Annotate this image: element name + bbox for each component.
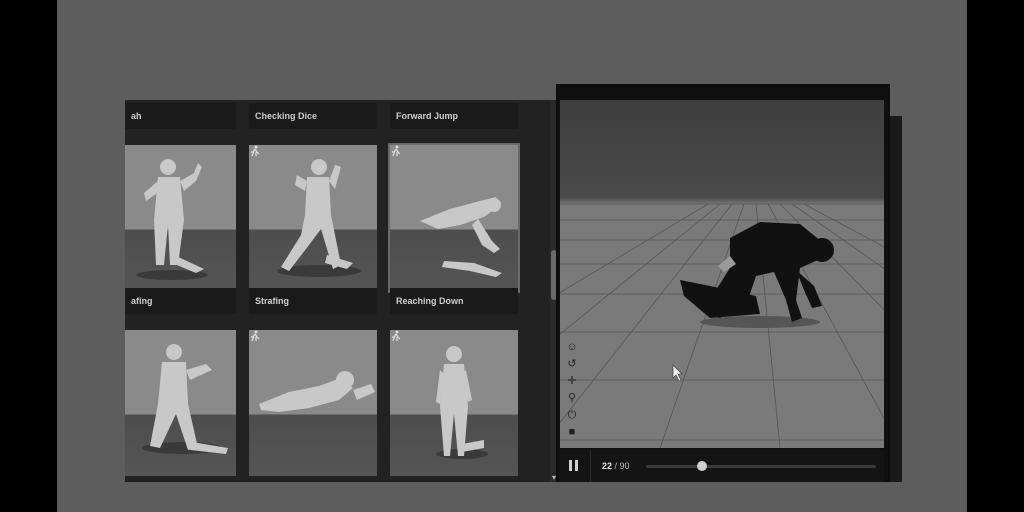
pause-button[interactable] [568, 460, 580, 472]
smiley-icon[interactable]: ☺ [565, 340, 579, 354]
card-title: Strafing [249, 288, 377, 314]
card-title: Checking Dice [249, 103, 377, 129]
animation-library: ah Checking Dice Forward Jump afing Stra… [125, 100, 550, 482]
3d-viewport[interactable] [560, 100, 884, 448]
current-frame: 22 [602, 461, 613, 471]
animation-card-6[interactable]: Reaching Down [390, 288, 518, 476]
animation-card-2[interactable]: Checking Dice [249, 103, 377, 291]
card-title: Forward Jump [390, 103, 518, 129]
frame-counter: 22 / 90 [602, 450, 630, 482]
figure-crouch [277, 159, 361, 277]
power-icon[interactable]: ⏻ [565, 408, 579, 422]
move-icon[interactable]: ✛ [565, 374, 579, 388]
running-figure-icon [392, 145, 401, 157]
mouse-cursor-icon [672, 364, 683, 382]
card-thumbnail[interactable] [249, 145, 377, 291]
card-thumbnail[interactable] [390, 330, 518, 476]
floor-grid [560, 203, 884, 448]
timeline-knob[interactable] [697, 461, 708, 471]
total-frames: 90 [619, 461, 630, 471]
side-panel-edge [890, 116, 902, 482]
running-figure-icon [251, 330, 260, 342]
card-thumbnail[interactable] [125, 145, 236, 291]
figure-punch [136, 159, 208, 280]
card-title: afing [125, 288, 236, 314]
animation-card-5[interactable]: Strafing [249, 288, 377, 476]
search-icon[interactable]: ⚲ [565, 391, 579, 405]
undo-icon[interactable]: ↺ [565, 357, 579, 371]
animation-card-1[interactable]: ah [125, 103, 236, 291]
timeline-slider[interactable] [646, 461, 876, 471]
card-title: ah [125, 103, 236, 129]
viewport-toolbar: ☺ ↺ ✛ ⚲ ⏻ ■ [565, 340, 581, 442]
pause-icon [569, 460, 572, 471]
character-kneeling [680, 222, 834, 328]
animation-card-4[interactable]: afing [125, 288, 236, 476]
frame-separator: / [612, 461, 620, 471]
card-title: Reaching Down [390, 288, 518, 314]
animation-card-3[interactable]: Forward Jump [388, 103, 520, 293]
card-thumbnail[interactable] [249, 330, 377, 476]
running-figure-icon [392, 330, 401, 342]
running-figure-icon [251, 145, 260, 157]
card-thumbnail[interactable] [125, 330, 236, 476]
playback-controls: 22 / 90 [560, 450, 884, 482]
figure-crawl [259, 371, 375, 412]
figure-stand [436, 346, 488, 459]
camera-icon[interactable]: ■ [565, 425, 579, 439]
figure-jump [420, 197, 502, 277]
card-thumbnail[interactable] [388, 143, 520, 293]
figure-strafe [142, 344, 228, 454]
